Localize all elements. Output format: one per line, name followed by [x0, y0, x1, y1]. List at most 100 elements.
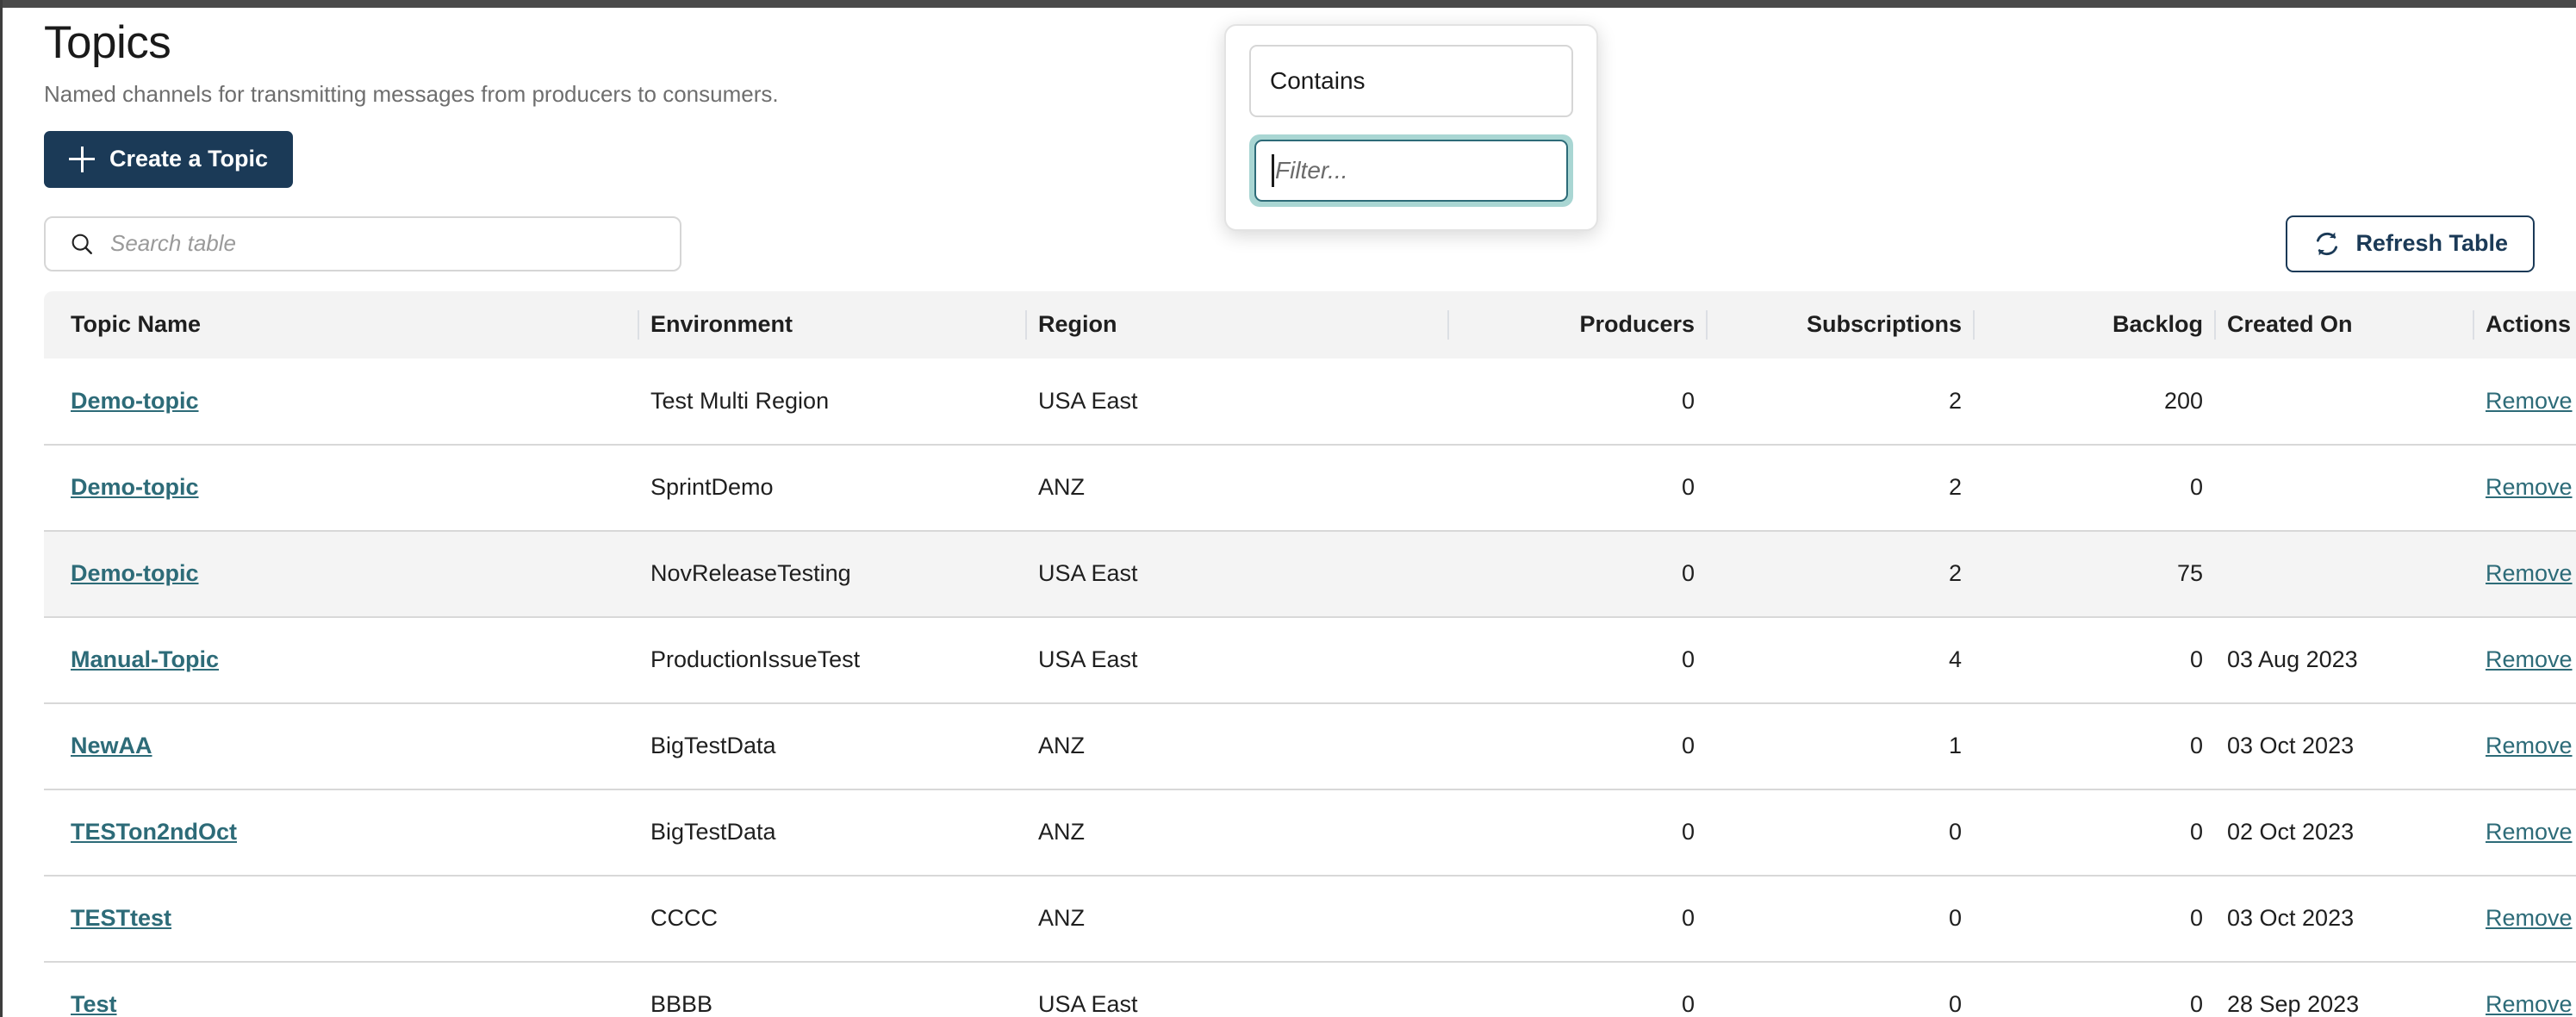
- cell-environment: ProductionIssueTest: [638, 616, 1026, 704]
- cell-topic-name: TESTon2ndOct: [44, 789, 638, 877]
- cell-topic-name: Demo-topic: [44, 529, 638, 618]
- column-header-topic-name[interactable]: Topic Name: [44, 290, 638, 359]
- create-a-topic-button-label: Create a Topic: [109, 146, 269, 172]
- filter-match-mode-value: Contains: [1270, 67, 1366, 94]
- cell-topic-name: NewAA: [44, 702, 638, 790]
- cell-producers: 0: [1448, 444, 1707, 532]
- column-header-producers[interactable]: Producers: [1448, 290, 1707, 359]
- window-chrome-bar: [3, 0, 2576, 8]
- table-header-row: Topic Name Environment Region Producers …: [44, 290, 2576, 359]
- cell-producers: 0: [1448, 789, 1707, 877]
- refresh-table-button[interactable]: Refresh Table: [2286, 215, 2535, 272]
- column-header-actions: Actions: [2473, 290, 2576, 359]
- cell-topic-name: Demo-topic: [44, 444, 638, 532]
- cell-actions: Remove: [2473, 961, 2576, 1017]
- cell-subscriptions: 4: [1707, 616, 1974, 704]
- cell-topic-name: Test: [44, 961, 638, 1017]
- cell-actions: Remove: [2473, 616, 2576, 704]
- topic-name-link[interactable]: TESTon2ndOct: [71, 819, 237, 845]
- table-row[interactable]: TESTtest CCCC ANZ 0 0 0 03 Oct 2023 Remove: [44, 875, 2576, 963]
- topic-name-link[interactable]: NewAA: [71, 733, 152, 758]
- cell-producers: 0: [1448, 961, 1707, 1017]
- table-row[interactable]: Demo-topic NovReleaseTesting USA East 0 2 75 R…: [44, 529, 2576, 618]
- cell-producers: 0: [1448, 875, 1707, 963]
- cell-created-on: [2215, 529, 2473, 618]
- search-table-box[interactable]: [44, 215, 681, 271]
- remove-link[interactable]: Remove: [2486, 388, 2573, 414]
- topics-table-body: Demo-topic Test Multi Region USA East 0 2 200…: [44, 358, 2576, 1017]
- create-a-topic-button[interactable]: Create a Topic: [44, 130, 294, 188]
- cell-backlog: 200: [1974, 358, 2215, 446]
- refresh-table-button-label: Refresh Table: [2355, 230, 2508, 257]
- remove-link[interactable]: Remove: [2486, 474, 2573, 500]
- cell-producers: 0: [1448, 702, 1707, 790]
- remove-link[interactable]: Remove: [2486, 905, 2573, 931]
- column-header-subscriptions[interactable]: Subscriptions: [1707, 290, 1974, 359]
- cell-created-on: [2215, 444, 2473, 532]
- table-row[interactable]: Demo-topic Test Multi Region USA East 0 2 200…: [44, 358, 2576, 446]
- filter-input-focus-ring: [1249, 134, 1590, 207]
- cell-environment: Test Multi Region: [638, 358, 1026, 446]
- cell-topic-name: Manual-Topic: [44, 616, 638, 704]
- cell-actions: Remove: [2473, 529, 2576, 618]
- cell-region: ANZ: [1026, 444, 1448, 532]
- column-header-environment[interactable]: Environment: [638, 290, 1026, 359]
- cell-actions: Remove: [2473, 358, 2576, 446]
- topics-table: Topic Name Environment Region Producers …: [44, 290, 2576, 1017]
- topic-name-link[interactable]: Manual-Topic: [71, 646, 219, 672]
- cell-region: ANZ: [1026, 875, 1448, 963]
- topic-name-link[interactable]: TESTtest: [71, 905, 171, 931]
- remove-link[interactable]: Remove: [2486, 560, 2573, 586]
- table-row[interactable]: Manual-Topic ProductionIssueTest USA East 0…: [44, 616, 2576, 704]
- table-row[interactable]: Demo-topic SprintDemo ANZ 0 2 0 Remove: [44, 444, 2576, 532]
- cell-actions: Remove: [2473, 702, 2576, 790]
- topic-name-link[interactable]: Demo-topic: [71, 560, 199, 586]
- cell-subscriptions: 2: [1707, 529, 1974, 618]
- cell-created-on: 28 Sep 2023: [2215, 961, 2473, 1017]
- cell-environment: BigTestData: [638, 789, 1026, 877]
- cell-backlog: 0: [1974, 702, 2215, 790]
- topics-table-header: Topic Name Environment Region Producers …: [44, 290, 2576, 359]
- cell-region: ANZ: [1026, 702, 1448, 790]
- table-row[interactable]: Test BBBB USA East 0 0 0 28 Sep 2023 Remove: [44, 961, 2576, 1017]
- remove-link[interactable]: Remove: [2486, 733, 2573, 758]
- cell-backlog: 0: [1974, 616, 2215, 704]
- cell-region: USA East: [1026, 616, 1448, 704]
- cell-producers: 0: [1448, 529, 1707, 618]
- cell-region: USA East: [1026, 358, 1448, 446]
- remove-link[interactable]: Remove: [2486, 991, 2573, 1017]
- table-row[interactable]: TESTon2ndOct BigTestData ANZ 0 0 0 02 Oct 2023…: [44, 789, 2576, 877]
- cell-created-on: 03 Oct 2023: [2215, 702, 2473, 790]
- remove-link[interactable]: Remove: [2486, 819, 2573, 845]
- cell-producers: 0: [1448, 358, 1707, 446]
- cell-subscriptions: 0: [1707, 961, 1974, 1017]
- topic-name-link[interactable]: Demo-topic: [71, 388, 199, 414]
- cell-backlog: 0: [1974, 961, 2215, 1017]
- column-header-backlog[interactable]: Backlog: [1974, 290, 2215, 359]
- plus-icon: [69, 146, 95, 172]
- cell-region: USA East: [1026, 529, 1448, 618]
- topic-name-link[interactable]: Demo-topic: [71, 474, 199, 500]
- column-header-created-on[interactable]: Created On: [2215, 290, 2473, 359]
- cell-backlog: 0: [1974, 875, 2215, 963]
- topics-page: Topics Named channels for transmitting m…: [0, 0, 2576, 1017]
- cell-producers: 0: [1448, 616, 1707, 704]
- cell-subscriptions: 2: [1707, 444, 1974, 532]
- refresh-icon: [2317, 232, 2338, 255]
- cell-actions: Remove: [2473, 789, 2576, 877]
- cell-subscriptions: 2: [1707, 358, 1974, 446]
- table-row[interactable]: NewAA BigTestData ANZ 0 1 0 03 Oct 2023 Remove: [44, 702, 2576, 790]
- cell-environment: BBBB: [638, 961, 1026, 1017]
- filter-input-box[interactable]: [1254, 140, 1590, 202]
- cell-subscriptions: 1: [1707, 702, 1974, 790]
- filter-input[interactable]: [1275, 157, 1590, 184]
- search-input[interactable]: [110, 230, 656, 258]
- cell-environment: NovReleaseTesting: [638, 529, 1026, 618]
- topic-name-link[interactable]: Test: [71, 991, 117, 1017]
- column-header-region[interactable]: Region: [1026, 290, 1448, 359]
- cell-created-on: 03 Aug 2023: [2215, 616, 2473, 704]
- filter-match-mode-select[interactable]: Contains: [1249, 45, 1573, 117]
- cell-created-on: [2215, 358, 2473, 446]
- remove-link[interactable]: Remove: [2486, 646, 2573, 672]
- text-caret: [1272, 154, 1274, 187]
